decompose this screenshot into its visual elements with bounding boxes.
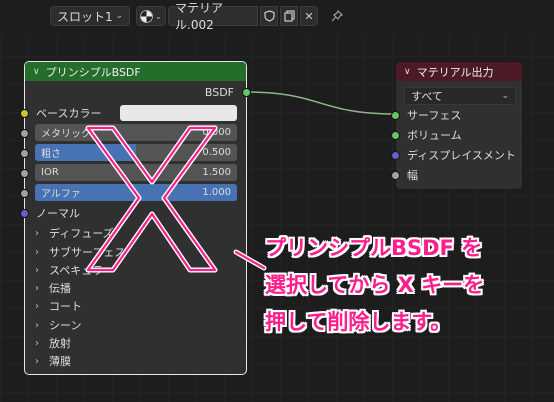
annotation-graphics	[85, 125, 267, 273]
delete-x-mark	[85, 125, 218, 273]
instruction-callout: プリンシプルBSDF を 選択してから X キーを 押して削除します。	[265, 230, 550, 341]
callout-line-2: 選択してから X キーを	[265, 273, 485, 297]
callout-line-3: 押して削除します。	[265, 310, 452, 334]
callout-line-1: プリンシプルBSDF を	[265, 236, 483, 260]
callout-pointer-line	[233, 249, 267, 271]
